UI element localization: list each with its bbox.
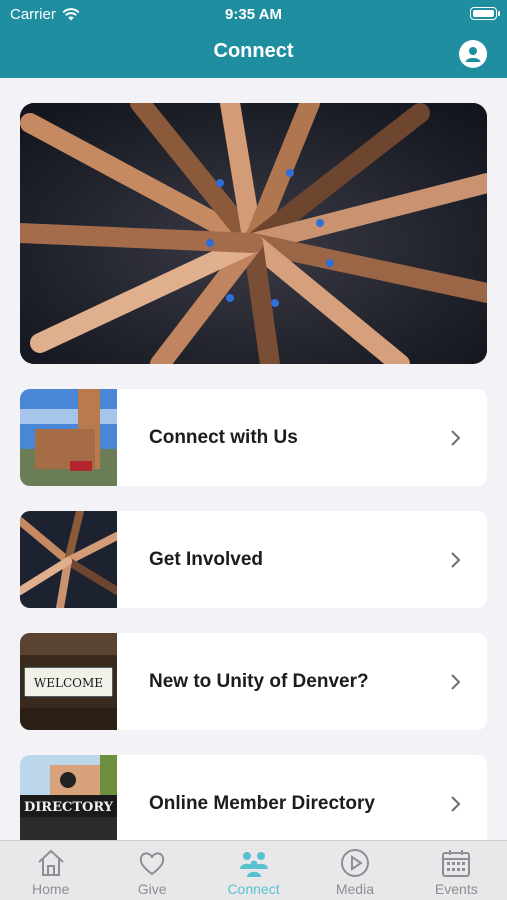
- page-title: Connect: [213, 40, 294, 62]
- get-involved-item[interactable]: Get Involved: [20, 511, 487, 608]
- welcome-sign-text: WELCOME: [34, 676, 103, 690]
- hands-thumbnail: [20, 511, 117, 608]
- tab-label: Connect: [227, 881, 280, 897]
- connect-with-us-item[interactable]: Connect with Us: [20, 389, 487, 486]
- tab-media[interactable]: Media: [304, 841, 405, 900]
- card-label: Get Involved: [149, 548, 264, 570]
- directory-sign-thumbnail: DIRECTORY: [20, 755, 117, 840]
- directory-sign-text: DIRECTORY: [24, 800, 114, 815]
- content-scroll[interactable]: Connect with Us Get Involved WELCOME New…: [0, 78, 507, 840]
- chevron-right-icon: [451, 673, 461, 690]
- tab-connect[interactable]: Connect: [203, 841, 304, 900]
- status-time: 9:35 AM: [225, 6, 282, 23]
- play-icon: [340, 849, 369, 877]
- card-label: New to Unity of Denver?: [149, 670, 369, 692]
- new-to-unity-item[interactable]: WELCOME New to Unity of Denver?: [20, 633, 487, 730]
- top-bar: Carrier 9:35 AM Connect: [0, 0, 507, 78]
- profile-button[interactable]: [459, 40, 487, 68]
- member-directory-item[interactable]: DIRECTORY Online Member Directory: [20, 755, 487, 840]
- tab-bar: Home Give Connect Media Events: [0, 840, 507, 900]
- card-label: Connect with Us: [149, 426, 298, 448]
- tab-home[interactable]: Home: [0, 841, 101, 900]
- tab-label: Events: [434, 881, 478, 897]
- people-icon: [239, 852, 268, 877]
- home-icon: [38, 849, 64, 876]
- status-bar: Carrier 9:35 AM: [0, 0, 507, 28]
- calendar-icon: [442, 850, 471, 877]
- church-thumbnail: [20, 389, 117, 486]
- chevron-right-icon: [451, 795, 461, 812]
- user-icon: [465, 47, 481, 62]
- tab-label: Give: [137, 881, 167, 897]
- heart-icon: [139, 852, 165, 876]
- card-label: Online Member Directory: [149, 792, 375, 814]
- tab-events[interactable]: Events: [406, 841, 507, 900]
- battery-icon: [470, 7, 500, 20]
- tab-give[interactable]: Give: [101, 841, 202, 900]
- chevron-right-icon: [451, 551, 461, 568]
- welcome-sign-thumbnail: WELCOME: [20, 633, 117, 730]
- chevron-right-icon: [451, 429, 461, 446]
- tab-label: Media: [335, 881, 374, 897]
- hero-image: [20, 103, 487, 364]
- tab-label: Home: [32, 881, 70, 897]
